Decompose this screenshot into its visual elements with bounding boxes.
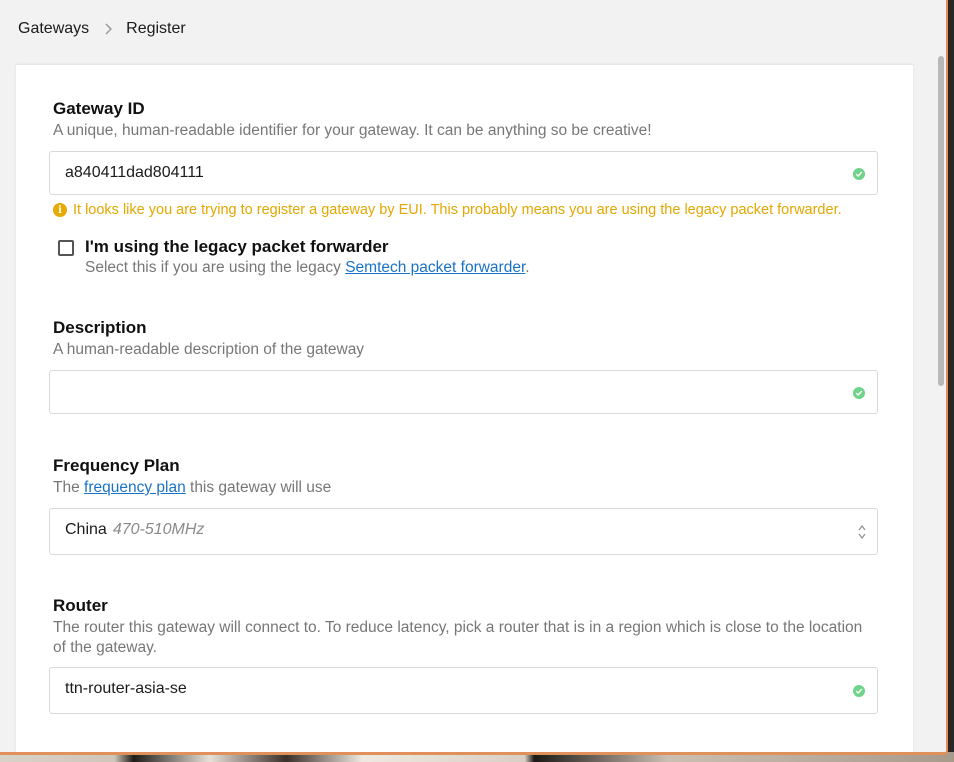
gateway-id-title: Gateway ID	[53, 99, 145, 118]
chevron-right-icon	[105, 23, 113, 35]
check-icon	[853, 168, 865, 180]
legacy-forwarder-label[interactable]: I'm using the legacy packet forwarder	[85, 237, 389, 257]
legacy-forwarder-description: Select this if you are using the legacy …	[85, 259, 530, 277]
eui-warning: i It looks like you are trying to regist…	[53, 202, 842, 218]
breadcrumb-gateways[interactable]: Gateways	[18, 20, 89, 38]
scrollbar-thumb[interactable]	[938, 56, 944, 386]
router-input[interactable]: ttn-router-asia-se	[49, 667, 878, 714]
description-title: Description	[53, 318, 147, 337]
eui-warning-text: It looks like you are trying to register…	[73, 202, 842, 218]
frequency-plan-title: Frequency Plan	[53, 456, 180, 475]
legacy-desc-prefix: Select this if you are using the legacy	[85, 259, 346, 276]
legacy-desc-suffix: .	[525, 259, 530, 276]
frequency-plan-link[interactable]: frequency plan	[84, 479, 186, 496]
gateway-id-input[interactable]: a840411dad804111	[49, 151, 878, 195]
fp-desc-prefix: The	[53, 479, 85, 496]
fp-desc-suffix: this gateway will use	[185, 479, 332, 496]
gateway-id-description: A unique, human-readable identifier for …	[53, 122, 652, 139]
frequency-plan-selected-sub: 470-510MHz	[112, 521, 205, 538]
description-help: A human-readable description of the gate…	[53, 341, 365, 358]
legacy-forwarder-checkbox[interactable]	[58, 240, 74, 256]
register-form-card: Gateway ID A unique, human-readable iden…	[16, 64, 913, 752]
select-arrows-icon	[858, 524, 866, 540]
frequency-plan-selected-label: China	[65, 521, 107, 538]
semtech-link[interactable]: Semtech packet forwarder	[345, 259, 525, 276]
router-description: The router this gateway will connect to.…	[53, 619, 863, 656]
breadcrumb-register: Register	[126, 20, 186, 37]
router-value: ttn-router-asia-se	[65, 680, 187, 697]
description-input[interactable]	[49, 370, 878, 414]
scrollbar[interactable]	[936, 56, 946, 386]
info-icon: i	[53, 203, 67, 217]
router-title: Router	[53, 596, 108, 615]
app-window: Gateways Register Gateway ID A unique, h…	[0, 0, 948, 755]
gateway-id-value: a840411dad804111	[65, 164, 204, 181]
frequency-plan-description: The frequency plan this gateway will use	[53, 478, 873, 498]
breadcrumb: Gateways Register	[18, 17, 186, 41]
frequency-plan-selected: China 470-510MHz	[65, 521, 204, 539]
check-icon	[853, 387, 865, 399]
check-icon	[853, 685, 865, 697]
frequency-plan-select[interactable]: China 470-510MHz	[49, 508, 878, 555]
